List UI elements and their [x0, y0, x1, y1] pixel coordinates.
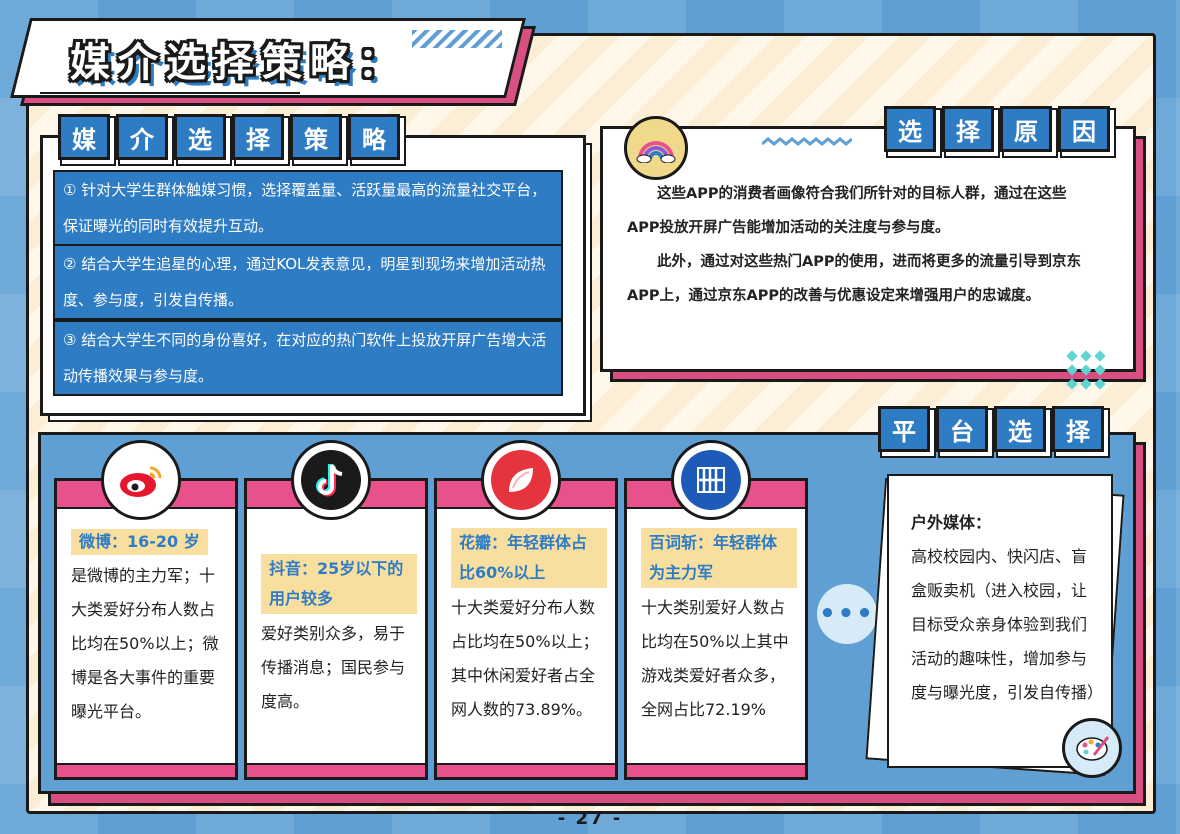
weibo-icon — [101, 440, 181, 520]
reason-paragraph-2: 此外，通过对这些热门APP的使用，进而将更多的流量引导到京东APP上，通过京东A… — [627, 254, 1081, 304]
strategy-heading: 媒 介 选 择 策 略 — [58, 114, 400, 160]
platform-tag: 花瓣：年轻群体占比60%以上 — [451, 528, 607, 588]
reason-heading: 选 择 原 因 — [884, 106, 1110, 152]
reason-paragraph-1: 这些APP的消费者画像符合我们所针对的目标人群，通过在这些APP投放开屏广告能增… — [627, 186, 1067, 236]
platform-tag: 微博：16-20 岁 — [71, 529, 208, 555]
douyin-icon — [291, 440, 371, 520]
heading-char: 媒 — [58, 114, 110, 160]
heading-char: 原 — [1000, 106, 1052, 152]
more-dots: ••• — [817, 584, 877, 644]
page-title: 媒介选择策略： — [70, 40, 406, 86]
heading-char: 择 — [942, 106, 994, 152]
title-underline — [40, 92, 300, 94]
strategy-card: ① 针对大学生群体触媒习惯，选择覆盖量、活跃量最高的流量社交平台，保证曝光的同时… — [40, 135, 586, 416]
page-number: - 27 - — [557, 808, 623, 829]
diamond-pattern-decoration — [1066, 350, 1106, 390]
palette-icon — [1062, 718, 1122, 778]
heading-char: 选 — [994, 406, 1046, 452]
baicizhan-icon — [671, 440, 751, 520]
platform-tag: 百词斩：年轻群体为主力军 — [641, 528, 797, 588]
platform-body: 十大类爱好分布人数占比均在50%以上；其中休闲爱好者占全网人数的73.89%。 — [451, 598, 599, 719]
platform-tag: 抖音：25岁以下的用户较多 — [261, 554, 417, 614]
heading-char: 选 — [174, 114, 226, 160]
outdoor-body: 高校校园内、快闪店、盲盒贩卖机（进入校园，让目标受众亲身体验到我们活动的趣味性，… — [911, 547, 1104, 702]
platform-card-douyin: 抖音：25岁以下的用户较多 爱好类别众多，易于传播消息；国民参与度高。 — [244, 478, 428, 780]
platform-body: 爱好类别众多，易于传播消息；国民参与度高。 — [261, 624, 406, 711]
strategy-item-3: ③ 结合大学生不同的身份喜好，在对应的热门软件上投放开屏广告增大活动传播效果与参… — [53, 320, 563, 396]
platform-heading: 平 台 选 择 — [878, 406, 1104, 452]
heading-char: 策 — [290, 114, 342, 160]
rainbow-icon — [624, 116, 688, 180]
heading-char: 略 — [348, 114, 400, 160]
heading-char: 选 — [884, 106, 936, 152]
platform-body: 是微博的主力军；十大类爱好分布人数占比均在50%以上；微博是各大事件的重要曝光平… — [71, 566, 219, 721]
strategy-item-2: ② 结合大学生追星的心理，通过KOL发表意见，明星到现场来增加活动热度、参与度，… — [53, 244, 563, 320]
huaban-icon — [481, 440, 561, 520]
platform-card-baicizhan: 百词斩：年轻群体为主力军 十大类别爱好人数占比均在50%以上其中游戏类爱好者众多… — [624, 478, 808, 780]
platform-body: 十大类别爱好人数占比均在50%以上其中游戏类爱好者众多，全网占比72.19% — [641, 598, 789, 719]
heading-char: 因 — [1058, 106, 1110, 152]
platform-card-huaban: 花瓣：年轻群体占比60%以上 十大类爱好分布人数占比均在50%以上；其中休闲爱好… — [434, 478, 618, 780]
heading-char: 择 — [1052, 406, 1104, 452]
title-stripes — [412, 30, 502, 48]
heading-char: 择 — [232, 114, 284, 160]
wave-decoration — [762, 137, 852, 146]
heading-char: 台 — [936, 406, 988, 452]
outdoor-title: 户外媒体： — [911, 513, 992, 532]
heading-char: 平 — [878, 406, 930, 452]
platform-card-weibo: 微博：16-20 岁 是微博的主力军；十大类爱好分布人数占比均在50%以上；微博… — [54, 478, 238, 780]
strategy-item-1: ① 针对大学生群体触媒习惯，选择覆盖量、活跃量最高的流量社交平台，保证曝光的同时… — [53, 170, 563, 246]
heading-char: 介 — [116, 114, 168, 160]
